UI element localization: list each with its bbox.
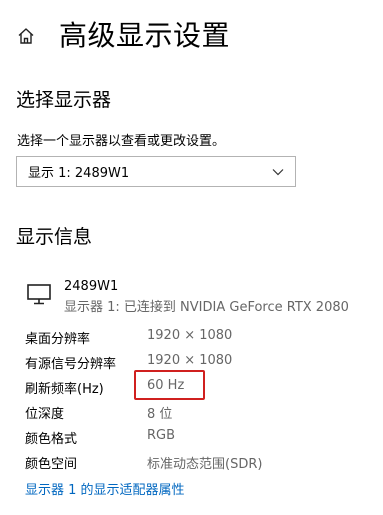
info-label: 颜色空间 (25, 457, 78, 472)
display-info-heading: 显示信息 (16, 226, 93, 248)
monitor-icon (27, 284, 51, 305)
info-value: RGB (147, 428, 176, 443)
display-select-dropdown[interactable]: 显示 1: 2489W1 (16, 156, 296, 187)
home-icon (18, 28, 34, 44)
chevron-down-icon (271, 165, 285, 179)
info-row-bit-depth: 位深度 8 位 (25, 403, 365, 423)
info-label: 刷新频率(Hz) (25, 382, 104, 397)
info-value: 1920 × 1080 (147, 353, 233, 368)
info-row-desktop-resolution: 桌面分辨率 1920 × 1080 (25, 328, 365, 348)
info-label: 有源信号分辨率 (25, 357, 117, 372)
select-display-heading: 选择显示器 (16, 89, 112, 111)
info-value: 1920 × 1080 (147, 328, 233, 343)
refresh-rate-highlight-box (134, 370, 205, 400)
monitor-connection-status: 显示器 1: 已连接到 NVIDIA GeForce RTX 2080 (64, 300, 349, 315)
monitor-name: 2489W1 (64, 279, 119, 294)
info-row-color-space: 颜色空间 标准动态范围(SDR) (25, 453, 365, 473)
display-select-value: 显示 1: 2489W1 (28, 166, 130, 181)
display-adapter-properties-link[interactable]: 显示器 1 的显示适配器属性 (25, 479, 185, 498)
select-display-description: 选择一个显示器以查看或更改设置。 (17, 134, 226, 149)
page-title: 高级显示设置 (59, 19, 231, 52)
info-row-color-format: 颜色格式 RGB (25, 428, 365, 448)
info-value: 标准动态范围(SDR) (147, 457, 263, 472)
info-value: 8 位 (147, 407, 173, 422)
info-label: 桌面分辨率 (25, 332, 91, 347)
info-label: 颜色格式 (25, 432, 78, 447)
info-label: 位深度 (25, 407, 65, 422)
home-button[interactable] (14, 24, 38, 48)
